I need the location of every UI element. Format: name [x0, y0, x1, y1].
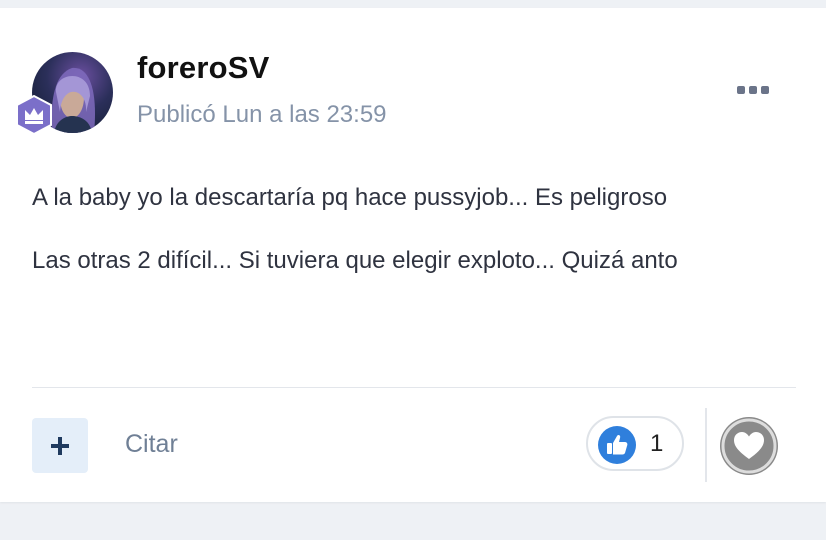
divider	[32, 387, 796, 388]
post-paragraph: A la baby yo la descartaría pq hace puss…	[32, 184, 668, 211]
plus-icon	[51, 436, 69, 455]
crown-icon	[16, 94, 52, 136]
post-timestamp: Publicó Lun a las 23:59	[137, 101, 387, 128]
heart-icon	[721, 418, 777, 474]
like-count: 1	[650, 430, 664, 457]
multiquote-button[interactable]	[32, 418, 88, 473]
post-body: A la baby yo la descartaría pq hace puss…	[32, 178, 802, 304]
author-name[interactable]: foreroSV	[137, 50, 270, 86]
reaction-count-button[interactable]: 1	[586, 416, 684, 471]
thumbs-up-icon	[598, 426, 636, 464]
ellipsis-icon[interactable]	[737, 80, 773, 100]
post-card: foreroSV Publicó Lun a las 23:59 A la ba…	[0, 8, 826, 502]
quote-button[interactable]: Citar	[125, 430, 178, 459]
react-button[interactable]	[720, 417, 778, 475]
divider	[705, 408, 707, 482]
post-paragraph: Las otras 2 difícil... Si tuviera que el…	[32, 247, 678, 274]
